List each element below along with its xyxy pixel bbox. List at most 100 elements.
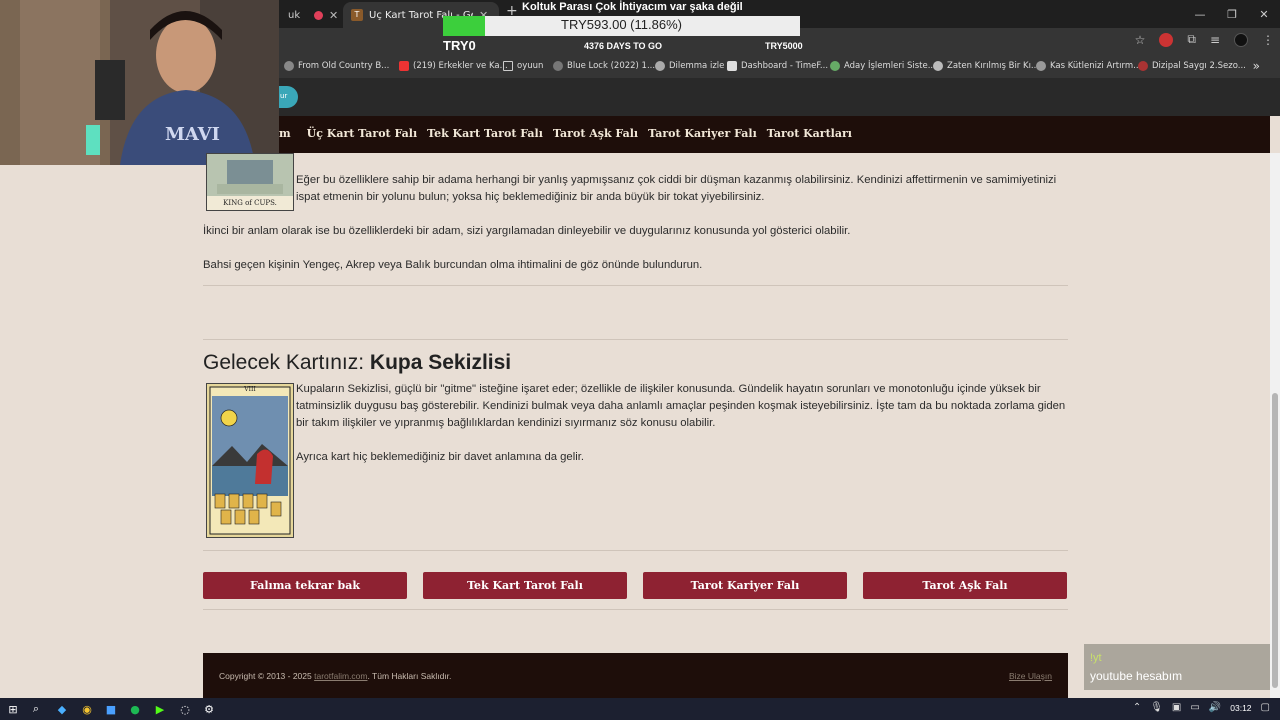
webcam-image: MAVI <box>0 0 279 165</box>
toolbar-icons: ☆ ⧉ ≡ ⋮ <box>1135 32 1274 47</box>
bookmark-icon <box>727 61 737 71</box>
heading-card-name: Kupa Sekizlisi <box>369 351 512 374</box>
bookmark-item[interactable]: From Old Country B... <box>284 61 389 71</box>
chrome-icon[interactable]: ◉ <box>80 702 94 716</box>
divider <box>203 550 1068 551</box>
bookmark-icon <box>655 61 665 71</box>
app-icon[interactable]: ■ <box>104 702 118 716</box>
paragraph: Eğer bu özelliklere sahip bir adama herh… <box>296 174 1057 203</box>
menu-icon[interactable]: ⋮ <box>1262 33 1274 47</box>
clock[interactable]: 03:12 <box>1230 703 1251 713</box>
close-window-button[interactable]: ✕ <box>1248 0 1280 28</box>
copyright-prefix: Copyright © 2013 - 2025 <box>219 671 315 681</box>
nav-link-kartlar[interactable]: Tarot Kartları <box>767 127 852 140</box>
goal-days: 4376 DAYS TO GO <box>584 41 663 51</box>
paragraph: Kupaların Sekizlisi, güçlü bir "gitme" i… <box>296 383 1066 429</box>
goal-start: TRY0 <box>443 38 476 53</box>
nav-link-uc-kart[interactable]: Üç Kart Tarot Falı <box>307 127 418 140</box>
bookmark-label: Dashboard - TimeF... <box>741 61 829 71</box>
bookmark-item[interactable]: Dizipal Saygı 2.Sezo... <box>1138 61 1246 71</box>
eight-of-cups-card-image: VIII <box>206 383 294 538</box>
network-icon[interactable]: ▭ <box>1190 702 1199 713</box>
webcam-overlay: MAVI <box>0 0 279 165</box>
restore-button[interactable]: ❐ <box>1216 0 1248 28</box>
bookmark-label: Blue Lock (2022) 1... <box>567 61 656 71</box>
bookmark-label: Dizipal Saygı 2.Sezo... <box>1152 61 1246 71</box>
bookmark-label: Kas Kütlenizi Artırm... <box>1050 61 1142 71</box>
search-icon[interactable]: ⌕ <box>29 702 43 716</box>
bookmark-item[interactable]: Kas Kütlenizi Artırm... <box>1036 61 1141 71</box>
spotify-icon[interactable]: ● <box>128 702 142 716</box>
career-reading-button[interactable]: Tarot Kariyer Falı <box>643 572 847 599</box>
app-icon[interactable]: ▣ <box>1172 702 1181 713</box>
site-footer: Copyright © 2013 - 2025 tarotfalim.com. … <box>203 653 1068 698</box>
nav-brand[interactable]: m <box>279 127 291 140</box>
chat-message: youtube hesabım <box>1090 669 1183 683</box>
bookmark-item[interactable]: Dashboard - TimeF... <box>727 61 828 71</box>
svg-text:MAVI: MAVI <box>165 124 220 145</box>
puzzle-icon[interactable]: ⧉ <box>1187 32 1196 47</box>
future-card-heading: Gelecek Kartınız: Kupa Sekizlisi <box>203 351 511 375</box>
bookmark-item[interactable]: Zaten Kırılmış Bir Kı... <box>933 61 1039 71</box>
volume-icon[interactable]: 🔊 <box>1209 702 1221 713</box>
extension-badge-icon[interactable] <box>1159 32 1174 47</box>
minimize-button[interactable]: — <box>1184 0 1216 28</box>
retry-reading-button[interactable]: Falıma tekrar bak <box>203 572 407 599</box>
goal-amount: TRY593.00 (11.86%) <box>561 17 682 32</box>
paragraph: Ayrıca kart hiç beklemediğiniz bir davet… <box>296 451 585 463</box>
gear-icon[interactable]: ⚙ <box>202 702 216 716</box>
scrollbar-thumb[interactable] <box>1272 393 1278 688</box>
goal-title: Koltuk Parası Çok İhtiyacım var şaka değ… <box>522 1 743 13</box>
divider <box>203 285 1068 286</box>
divider <box>203 609 1068 610</box>
chat-command: !yt <box>1090 652 1102 664</box>
love-reading-button[interactable]: Tarot Aşk Falı <box>863 572 1067 599</box>
nav-link-kariyer[interactable]: Tarot Kariyer Falı <box>648 127 757 140</box>
tab-recording[interactable]: ✕ <box>306 2 346 28</box>
microphone-icon[interactable]: 🎙 <box>1150 702 1163 713</box>
taskbar: ⊞ ⌕ ◆ ◉ ■ ● ▶ ◌ ⚙ ⌃ 🎙 ▣ ▭ 🔊 03:12 ▢ <box>0 698 1280 720</box>
goal-progress-bar: TRY593.00 (11.86%) <box>443 16 800 36</box>
site-nav: m Üç Kart Tarot Falı Tek Kart Tarot Falı… <box>279 116 1270 153</box>
bookmark-label: (219) Erkekler ve Ka... <box>413 61 508 71</box>
single-card-button[interactable]: Tek Kart Tarot Falı <box>423 572 627 599</box>
youtube-icon <box>399 61 409 71</box>
nav-links: m Üç Kart Tarot Falı Tek Kart Tarot Falı… <box>279 127 852 140</box>
profile-avatar[interactable] <box>1234 32 1248 47</box>
king-of-cups-card-image: KING of CUPS. <box>206 153 294 211</box>
bookmark-item[interactable]: (219) Erkekler ve Ka... <box>399 61 508 71</box>
star-icon[interactable]: ☆ <box>1135 33 1146 47</box>
window-controls: — ❐ ✕ <box>1184 0 1280 28</box>
nav-link-ask[interactable]: Tarot Aşk Falı <box>553 127 638 140</box>
nav-link-tek-kart[interactable]: Tek Kart Tarot Falı <box>427 127 543 140</box>
tab-partial[interactable]: uk <box>280 2 308 28</box>
bookmark-item[interactable]: Dilemma izle <box>655 61 724 71</box>
bookmark-label: Zaten Kırılmış Bir Kı... <box>947 61 1040 71</box>
copyright: Copyright © 2013 - 2025 tarotfalim.com. … <box>219 671 451 681</box>
bookmarks-overflow-button[interactable]: » <box>1253 59 1260 73</box>
bookmark-label: oyuun <box>517 61 544 71</box>
bookmark-icon <box>1138 61 1148 71</box>
bookmark-item[interactable]: Aday İşlemleri Siste... <box>830 61 936 71</box>
play-icon[interactable]: ▶ <box>153 702 167 716</box>
chevron-up-icon[interactable]: ⌃ <box>1133 702 1141 713</box>
contact-link[interactable]: Bize Ulaşın <box>1009 671 1052 681</box>
app-icon[interactable]: ◆ <box>55 702 69 716</box>
bookmark-icon <box>284 61 294 71</box>
site-link[interactable]: tarotfalim.com <box>314 671 367 681</box>
bookmark-icon <box>830 61 840 71</box>
page-scrollbar[interactable] <box>1270 153 1280 698</box>
card-art <box>209 386 291 535</box>
bookmark-item[interactable]: oyuun <box>503 61 543 71</box>
notification-icon[interactable]: ▢ <box>1261 702 1270 713</box>
tarot-favicon-icon: T <box>351 9 363 21</box>
bookmark-item[interactable]: Blue Lock (2022) 1... <box>553 61 655 71</box>
tab-close-icon[interactable]: ✕ <box>329 9 338 22</box>
windows-start-icon[interactable]: ⊞ <box>6 702 20 716</box>
app-icon[interactable]: ◌ <box>178 702 192 716</box>
tab-label: uk <box>288 9 301 21</box>
media-icon[interactable]: ≡ <box>1210 33 1220 47</box>
system-tray: ⌃ 🎙 ▣ ▭ 🔊 03:12 ▢ <box>1133 702 1270 713</box>
card-numeral: VIII <box>244 386 256 393</box>
divider <box>203 339 1068 340</box>
